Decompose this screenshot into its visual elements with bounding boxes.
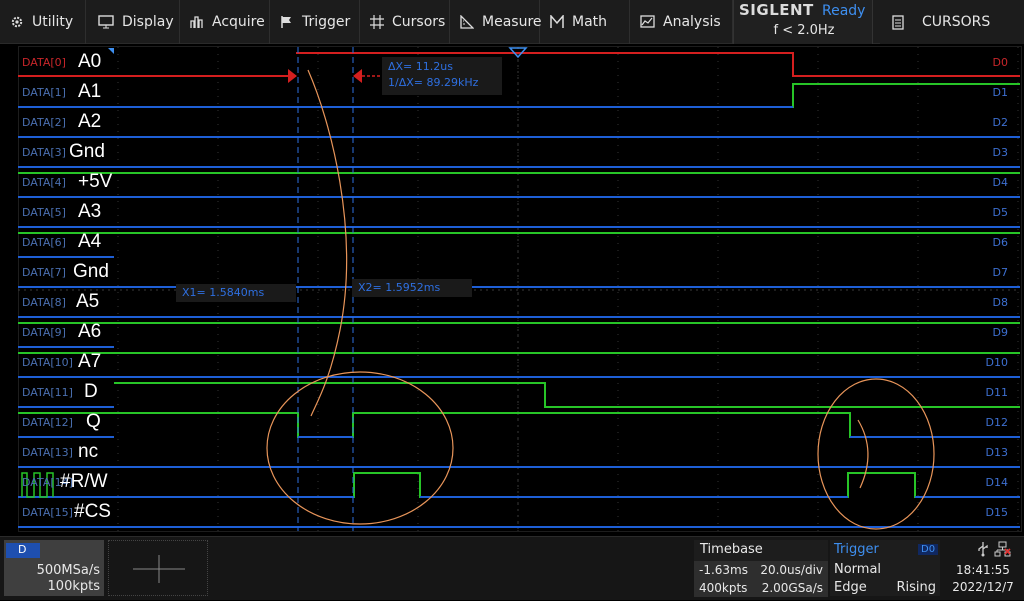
crosshair-icon: [133, 555, 185, 583]
timebase-memory: 400kpts: [699, 581, 748, 595]
channel-pin-annotation: #R/W: [60, 471, 108, 492]
timebase-row-2: 400kpts 2.00GSa/s: [694, 579, 828, 597]
channel-d-label: D2: [992, 116, 1008, 129]
time-per-div: 20.0us/div: [760, 563, 823, 577]
channel-pin-annotation: A1: [78, 81, 102, 102]
position-minimap[interactable]: [108, 540, 208, 596]
channel-d-label: D6: [992, 236, 1008, 249]
digital-channel-tag: D: [6, 543, 40, 558]
trace-d1: [18, 83, 1020, 108]
channel-pin-annotation: A6: [78, 321, 102, 342]
trigger-settings-row: Edge Rising: [830, 580, 940, 595]
annotation-stroke-right: [857, 419, 869, 489]
annotation-circle-left: [266, 371, 454, 525]
network-disconnected-icon: [994, 541, 1012, 561]
channel-data-label: DATA[7]: [22, 266, 66, 279]
channel-d-label: D7: [992, 266, 1008, 279]
usb-icon: [976, 541, 990, 561]
delta-x-value: ΔX= 11.2us: [388, 60, 453, 73]
channel-data-label: DATA[11]: [22, 386, 73, 399]
trigger-type: Edge: [834, 580, 867, 595]
channel-data-label: DATA[1]: [22, 86, 66, 99]
delta-arrowhead-left: [353, 69, 362, 83]
channel-d-label: D15: [985, 506, 1008, 519]
channel-data-label: DATA[2]: [22, 116, 66, 129]
channel-d-label: D4: [992, 176, 1008, 189]
channel-data-label: DATA[13]: [22, 446, 73, 459]
channel-pin-annotation: A7: [78, 351, 102, 372]
channel-d-label: D10: [985, 356, 1008, 369]
channel-d-label: D3: [992, 146, 1008, 159]
channel-data-label: DATA[12]: [22, 416, 73, 429]
channel-pin-annotation: #CS: [74, 501, 111, 522]
cursor-delta-readout: ΔX= 11.2us 1/ΔX= 89.29kHz: [382, 57, 502, 95]
annotation-stroke-left: [307, 69, 348, 417]
sample-rate: 500MSa/s: [36, 563, 100, 578]
delta-arrowhead-right: [288, 69, 297, 83]
channel-data-label: DATA[4]: [22, 176, 66, 189]
clock-time: 18:41:55: [956, 563, 1010, 577]
trigger-title: Trigger: [834, 542, 879, 557]
channel-pin-annotation: A2: [78, 111, 102, 132]
channel-pin-annotation: Gnd: [73, 261, 109, 282]
channel-pin-annotation: A0: [78, 51, 102, 72]
cursor-x2-readout: X2= 1.5952ms: [352, 279, 472, 297]
channel-pin-annotation: nc: [78, 441, 99, 462]
channel-data-label: DATA[15]: [22, 506, 73, 519]
channel-data-label: DATA[8]: [22, 296, 66, 309]
channel-d-label: D5: [992, 206, 1008, 219]
channel-data-label: DATA[9]: [22, 326, 66, 339]
clock-date: 2022/12/7: [952, 580, 1014, 594]
trace-d11: [114, 382, 1020, 408]
channel-pin-annotation: Q: [86, 411, 101, 432]
timebase-title: Timebase: [700, 542, 763, 557]
channel-data-label: DATA[6]: [22, 236, 66, 249]
trigger-mode: Normal: [834, 562, 882, 577]
channel-data-label: DATA[5]: [22, 206, 66, 219]
channel-pin-annotation: A4: [78, 231, 102, 252]
annotation-circle-right: [817, 378, 935, 530]
channel-pin-annotation: A5: [76, 291, 100, 312]
channel-pin-annotation: D: [84, 381, 98, 402]
trigger-slope: Rising: [896, 580, 936, 595]
channel-pin-annotation: A3: [78, 201, 102, 222]
cursor-x1-readout: X1= 1.5840ms: [176, 284, 296, 302]
channel-d-label: D1: [992, 86, 1008, 99]
memory-depth: 100kpts: [47, 579, 100, 594]
channel-data-label: DATA[10]: [22, 356, 73, 369]
waveform-traces: [18, 47, 1020, 531]
channel-data-label: DATA[0]: [22, 56, 66, 69]
timebase-sample-rate: 2.00GSa/s: [761, 581, 823, 595]
channel-pin-annotation: +5V: [78, 171, 113, 192]
channel-data-label: DATA[3]: [22, 146, 66, 159]
trace-d12: [18, 412, 1020, 438]
marker-small: [108, 48, 114, 54]
trace-d14: [18, 472, 1020, 498]
channel-d-label: D9: [992, 326, 1008, 339]
horizontal-delay: -1.63ms: [699, 563, 748, 577]
channel-d-label: D0: [992, 56, 1008, 69]
timebase-row-1: -1.63ms 20.0us/div: [694, 561, 828, 579]
inverse-delta-x-value: 1/ΔX= 89.29kHz: [388, 76, 479, 89]
channel-d-label: D13: [985, 446, 1008, 459]
channel-d-label: D14: [985, 476, 1008, 489]
channel-d-label: D8: [992, 296, 1008, 309]
channel-d-label: D12: [985, 416, 1008, 429]
channel-d-label: D11: [985, 386, 1008, 399]
trigger-source: D0: [918, 544, 939, 555]
channel-pin-annotation: Gnd: [69, 141, 105, 162]
